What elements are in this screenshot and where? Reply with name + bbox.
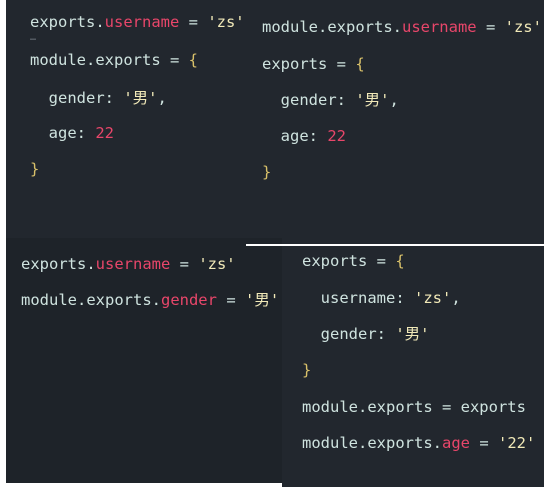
code-line: age: 22 — [30, 123, 114, 143]
code-token-prop: username — [401, 18, 477, 36]
code-line: exports.username = 'zs' — [30, 12, 245, 32]
code-token-plain: gender: — [262, 91, 356, 109]
code-line: gender: '男', — [262, 90, 399, 110]
code-panel-d: exports = { username: 'zs', gender: '男' … — [282, 246, 544, 487]
code-token-plain: = — [216, 291, 245, 309]
code-token-brace: { — [355, 55, 365, 73]
code-token-plain: exports = — [302, 252, 396, 270]
code-panel-a: … exports.username = 'zs' module.exports… — [6, 0, 246, 238]
panel-divider — [246, 244, 544, 246]
code-token-plain: exports. — [21, 255, 96, 273]
code-token-prop: username — [104, 13, 180, 31]
code-token-str: 'zs' — [504, 18, 542, 36]
code-token-plain: , — [451, 289, 461, 307]
code-line: gender: '男', — [30, 88, 167, 108]
code-line: module.exports.age = '22' — [302, 433, 535, 453]
code-token-plain: module.exports = — [30, 51, 189, 69]
code-token-plain: gender: — [302, 325, 396, 343]
code-token-str: 'zs' — [198, 255, 236, 273]
code-panel-c: exports.username = 'zs' module.exports.g… — [6, 238, 282, 483]
code-token-num: 22 — [95, 124, 114, 142]
code-line: exports = { — [302, 251, 405, 271]
code-line: exports = { — [262, 54, 365, 74]
code-line: module.exports.gender = '男' — [21, 290, 279, 310]
code-line: } — [302, 360, 311, 380]
code-line: } — [262, 162, 271, 182]
code-token-prop: gender — [160, 291, 217, 309]
code-token-prop: age — [441, 434, 470, 452]
code-token-plain: module.exports. — [262, 18, 402, 36]
code-line: gender: '男' — [302, 324, 430, 344]
code-token-brace: { — [395, 252, 405, 270]
code-line: } — [30, 159, 39, 179]
code-token-plain: age: — [262, 127, 328, 145]
code-token-prop: username — [95, 255, 171, 273]
code-token-plain: exports = — [262, 55, 356, 73]
code-token-str: '男' — [395, 325, 430, 343]
code-line: module.exports = { — [30, 50, 198, 70]
code-token-str: '男' — [355, 91, 390, 109]
fold-marker: … — [30, 32, 37, 43]
code-token-brace: { — [188, 51, 198, 69]
code-token-plain: = — [179, 13, 208, 31]
code-token-plain: = — [476, 18, 505, 36]
code-token-str: 'zs' — [207, 13, 245, 31]
code-token-brace: } — [302, 361, 312, 379]
code-token-plain: module.exports = exports — [302, 398, 526, 416]
code-line: exports.username = 'zs' — [21, 254, 236, 274]
code-token-plain: = — [469, 434, 498, 452]
code-token-plain: age: — [30, 124, 96, 142]
code-token-str: '22' — [497, 434, 536, 452]
code-token-plain: module.exports. — [302, 434, 442, 452]
code-token-plain: username: — [302, 289, 414, 307]
code-token-plain: exports. — [30, 13, 105, 31]
code-token-plain: gender: — [30, 89, 124, 107]
code-token-plain: module.exports. — [21, 291, 161, 309]
code-line: username: 'zs', — [302, 288, 461, 308]
code-token-plain: , — [389, 91, 399, 109]
code-token-str: '男' — [244, 291, 280, 309]
code-token-brace: } — [262, 163, 272, 181]
code-token-str: '男' — [123, 89, 158, 107]
code-token-str: 'zs' — [413, 289, 452, 307]
code-token-num: 22 — [327, 127, 346, 145]
code-token-brace: } — [30, 160, 40, 178]
code-line: module.exports = exports — [302, 397, 526, 417]
code-panel-b: module.exports.username = 'zs' exports =… — [246, 0, 544, 244]
code-line: age: 22 — [262, 126, 346, 146]
code-line: module.exports.username = 'zs' — [262, 17, 542, 37]
code-token-plain: = — [170, 255, 199, 273]
code-token-plain: , — [157, 89, 167, 107]
